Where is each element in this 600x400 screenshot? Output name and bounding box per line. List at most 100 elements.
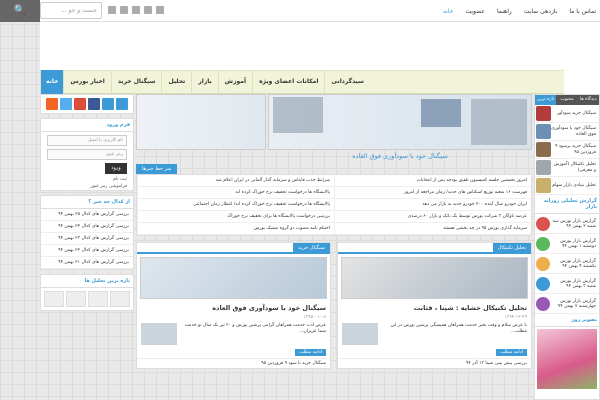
news-item[interactable]: پالایشگاه ها درخواست تخفیف نرخ خوراک کرد…: [137, 199, 334, 211]
tab-comments[interactable]: دیدگاه ها: [577, 95, 599, 105]
google-plus-icon[interactable]: [74, 98, 86, 110]
news-item[interactable]: فهرست ۱۶ شعبه توزیع اسکناس های جدید/ زما…: [334, 187, 531, 199]
rss-icon[interactable]: [46, 98, 58, 110]
post-excerpt: عرض ادب خدمت همراهان گرامی پرشین بورس و …: [184, 323, 326, 335]
header-banner-area: [40, 22, 600, 70]
main-content: سیگنال خود با سودآوری فوق العاده سر خط خ…: [136, 94, 532, 400]
forgot-password-link[interactable]: فراموشی رمز عبور: [41, 183, 133, 190]
news-item[interactable]: اختتام نامه مصوب دو گروه مشبک بورس: [137, 223, 334, 235]
top-menu-home[interactable]: خانه: [443, 8, 453, 15]
related-post-link[interactable]: سیگنال خرید با سود ۹ فروردین ۹۵: [137, 358, 330, 368]
facebook-icon[interactable]: [88, 98, 100, 110]
nav-education[interactable]: آموزش: [217, 70, 252, 94]
top-menu-membership[interactable]: عضویت: [465, 8, 484, 15]
post-title[interactable]: سیگنال خود با سودآوری فوق العاده: [551, 126, 598, 137]
company-logo[interactable]: [110, 291, 130, 307]
list-item[interactable]: گزارش بازار بورس یکشنبه ۴ بهمن ۹۴: [535, 254, 599, 274]
report-title[interactable]: گزارش بازار بورس سه شنبه ۲ بهمن ۹۴: [550, 219, 598, 229]
telegram-icon[interactable]: [102, 98, 114, 110]
login-button[interactable]: ورود: [105, 163, 127, 174]
instagram-icon[interactable]: [116, 98, 128, 110]
post-title[interactable]: تحلیل بنیادی بازار سهام: [551, 183, 598, 188]
nav-home[interactable]: خانه: [40, 70, 64, 94]
read-more-button[interactable]: ادامه مطلب: [295, 349, 326, 356]
post-title[interactable]: سیگنال خرید پرسود ۹ فروردین ۹۵: [551, 144, 598, 155]
post-excerpt: با عرض سلام و وقت بخیر خدمت همراهان همیش…: [390, 323, 527, 335]
logos-title: تازه ترین تحلیل ها: [41, 275, 133, 288]
rss-icon[interactable]: [108, 6, 116, 14]
news-item[interactable]: سرمایه گذاری بورس ۹۵ در چه بخشی هستند: [334, 223, 531, 235]
company-logo[interactable]: [44, 291, 64, 307]
list-item[interactable]: سیگنال خرید سودآور: [535, 105, 599, 123]
nav-portfolio[interactable]: سیدگردانی: [324, 70, 370, 94]
top-menu-returns[interactable]: بازدهی سایت: [524, 8, 558, 15]
post-thumbnail: [536, 142, 551, 157]
category-title[interactable]: تحلیل تکنیکال: [492, 243, 531, 254]
list-item[interactable]: سیگنال خود با سودآوری فوق العاده: [535, 123, 599, 141]
category-title[interactable]: سیگنال خرید: [293, 243, 330, 254]
report-title[interactable]: گزارش بازار بورس شنبه ۳ بهمن ۹۴: [550, 279, 598, 289]
post-image[interactable]: [140, 257, 327, 299]
post-thumbnail[interactable]: [141, 323, 177, 345]
register-link[interactable]: ثبت نام: [41, 176, 133, 183]
post-thumbnail[interactable]: [342, 323, 378, 345]
list-item[interactable]: گزارش بازار بورس دوشنبه ۱ بهمن ۹۴: [535, 234, 599, 254]
news-item[interactable]: ایران خودرو سال آینده ۲۰۰ خودرو جدید به …: [334, 199, 531, 211]
facebook-icon[interactable]: [132, 6, 140, 14]
list-item[interactable]: بررسی گزارش های کدال ۲۵ بهمن ۹۴: [41, 209, 133, 221]
featured-slider[interactable]: [268, 94, 532, 150]
report-icon: [536, 256, 550, 271]
twitter-icon[interactable]: [60, 98, 72, 110]
top-social-icons: [108, 6, 164, 14]
nav-news[interactable]: اخبار بورس: [63, 70, 110, 94]
post-image[interactable]: [341, 257, 528, 299]
list-item[interactable]: گزارش بازار بورس شنبه ۳ بهمن ۹۴: [535, 274, 599, 294]
list-item[interactable]: گزارش بازار بورس چهارشنبه ۷ بهمن ۹۴: [535, 294, 599, 314]
tab-latest[interactable]: تازه ترین ها: [535, 95, 557, 112]
related-post-link[interactable]: بررسی پیش بینی شپنا ۱۳ آذر ۹۴: [338, 358, 531, 368]
top-menu-guide[interactable]: راهنما: [497, 8, 512, 15]
nav-buy-signal[interactable]: سیگنال خرید: [110, 70, 162, 94]
list-item[interactable]: سیگنال خرید پرسود ۹ فروردین ۹۵: [535, 141, 599, 159]
search-input[interactable]: جست و جو ...: [40, 2, 102, 19]
report-title[interactable]: گزارش بازار بورس چهارشنبه ۷ بهمن ۹۴: [550, 299, 598, 309]
list-item[interactable]: تحلیل تکنیکال (آموزش و معرفی): [535, 159, 599, 177]
photo-of-day-image[interactable]: [537, 329, 597, 389]
post-title[interactable]: تحلیل تکنیکال (آموزش و معرفی): [551, 162, 598, 173]
google-plus-icon[interactable]: [144, 6, 152, 14]
linkedin-icon[interactable]: [156, 6, 164, 14]
company-logo[interactable]: [88, 291, 108, 307]
list-item[interactable]: بررسی گزارش های کدال ۲۳ بهمن ۹۴: [41, 233, 133, 245]
report-icon: [536, 276, 550, 291]
post-thumbnail: [536, 178, 551, 193]
news-item[interactable]: پالایشگاه ها درخواست تخفیف نرخ خوراک کرد…: [137, 187, 334, 199]
news-item[interactable]: شرایط جذب فایناس و سرمایه گذار آلمانی در…: [137, 175, 334, 187]
slider-caption[interactable]: سیگنال خود با سودآوری فوق العاده: [268, 150, 532, 160]
nav-market[interactable]: بازار: [191, 70, 217, 94]
report-title[interactable]: گزارش بازار بورس دوشنبه ۱ بهمن ۹۴: [550, 239, 598, 249]
read-more-button[interactable]: ادامه مطلب: [496, 349, 527, 356]
post-title[interactable]: سیگنال خود با سودآوری فوق العاده: [137, 302, 330, 314]
report-title[interactable]: گزارش بازار بورس یکشنبه ۴ بهمن ۹۴: [550, 259, 598, 269]
twitter-icon[interactable]: [120, 6, 128, 14]
list-item[interactable]: بررسی گزارش های کدال ۲۴ بهمن ۹۴: [41, 221, 133, 233]
username-field[interactable]: نام کاربری یا ایمیل: [47, 135, 127, 146]
list-item[interactable]: بررسی گزارش های کدال ۲۱ بهمن ۹۴: [41, 257, 133, 269]
list-item[interactable]: بررسی گزارش های کدال ۲۲ بهمن ۹۴: [41, 245, 133, 257]
list-item[interactable]: گزارش بازار بورس سه شنبه ۲ بهمن ۹۴: [535, 214, 599, 234]
post-title[interactable]: سیگنال خرید سودآور: [551, 111, 598, 116]
news-item[interactable]: بررسی درخواست پالایشگاه ها برای تخفیف نر…: [137, 211, 334, 223]
news-item[interactable]: امروز نخستین جلسه کمیسیون تلفیق بودجه پس…: [334, 175, 531, 187]
list-item[interactable]: تحلیل بنیادی بازار سهام: [535, 177, 599, 195]
post-title[interactable]: تحلیل تکنیکال خشایه : شپنا ، قثابت: [338, 302, 531, 314]
company-logo[interactable]: [66, 291, 86, 307]
codal-box: از کدال چه خبر ؟ بررسی گزارش های کدال ۲۵…: [40, 195, 134, 270]
news-item[interactable]: عرضه ناوگان ۳ شرکت بورس توسط یک بانک و ب…: [334, 211, 531, 223]
tab-popular[interactable]: محبوب: [556, 95, 578, 105]
password-field[interactable]: رمز عبور: [47, 149, 127, 160]
top-menu-contact[interactable]: تماس با ما: [569, 8, 596, 15]
promo-banner[interactable]: [136, 94, 266, 150]
search-button[interactable]: 🔍: [0, 0, 40, 22]
nav-analysis[interactable]: تحلیل: [161, 70, 191, 94]
nav-vip-features[interactable]: امکانات اعضای ویژه: [252, 70, 324, 94]
